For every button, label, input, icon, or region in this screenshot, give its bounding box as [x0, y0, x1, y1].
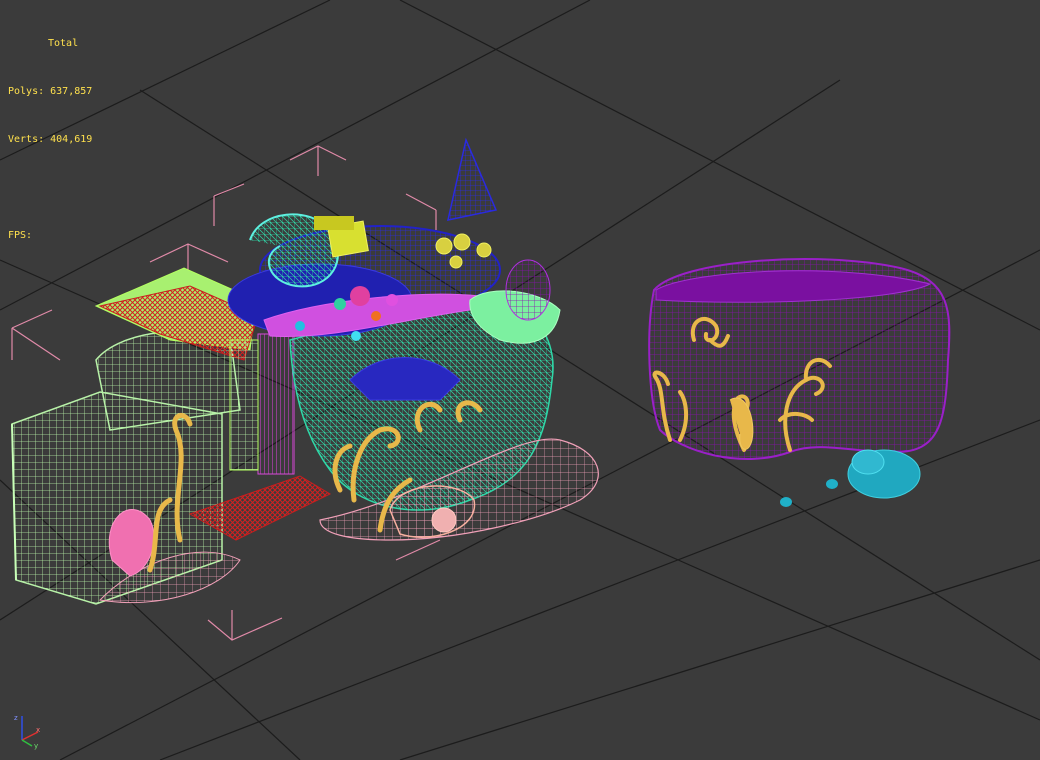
purple-knob [505, 259, 551, 321]
x-axis-label: x [36, 726, 40, 734]
y-axis-line [21, 739, 33, 747]
pink-pebble [431, 507, 457, 533]
wireframe-viewport[interactable] [0, 0, 1040, 760]
verts-count: Verts: 404,619 [8, 134, 93, 145]
z-axis-label: z [14, 714, 18, 722]
magenta-pillar [257, 333, 295, 475]
green-pillar [229, 339, 259, 471]
viewport-statistics: Total Polys: 637,857 Verts: 404,619 FPS: [8, 4, 92, 260]
axis-tripod-icon: z x y [14, 714, 40, 750]
cyan-rocks [780, 449, 921, 507]
yellow-block-top [314, 216, 354, 230]
y-axis-label: y [34, 742, 38, 750]
polys-count: Polys: 637,857 [8, 86, 93, 97]
stats-title: Total [48, 38, 79, 49]
fps-readout: FPS: [8, 230, 33, 241]
blue-spire [447, 137, 498, 221]
